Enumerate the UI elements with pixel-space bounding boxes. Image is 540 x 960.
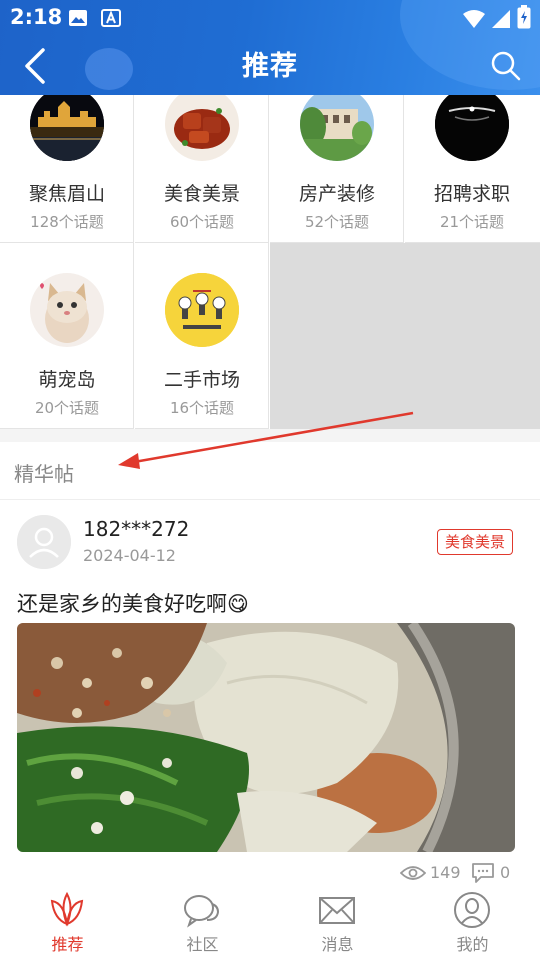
avatar[interactable]: [17, 515, 71, 569]
views-icon: [400, 866, 426, 880]
nav-label: 消息: [321, 935, 354, 954]
topic-name: 二手市场: [163, 369, 240, 391]
nav-tab-messages[interactable]: 消息: [270, 885, 405, 960]
annotation-arrow: [118, 411, 414, 469]
topic-avatar: [435, 95, 509, 161]
gallery-icon: [69, 10, 87, 26]
divider: [0, 499, 540, 500]
user-icon: [454, 892, 490, 928]
topic-count: 52个话题: [304, 213, 370, 231]
topic-count: 60个话题: [169, 213, 235, 231]
topic-name: 聚焦眉山: [28, 183, 105, 205]
topic-avatar: [165, 95, 239, 161]
topic-name: 美食美景: [163, 183, 240, 205]
bottom-nav: 推荐 社区 消息 我的: [0, 885, 540, 960]
grid-empty-area: [270, 243, 540, 429]
topic-name: 招聘求职: [433, 183, 510, 205]
leaf-icon: [50, 891, 84, 927]
topic-card[interactable]: 聚焦眉山 128个话题: [0, 95, 134, 243]
post-image[interactable]: [17, 623, 515, 852]
topic-card[interactable]: 房产装修 52个话题: [270, 95, 404, 243]
chat-bubbles-icon: [184, 895, 220, 928]
topic-grid: 聚焦眉山 128个话题 美食美景 60个话题 房产装修 52个话题 招聘求职 2…: [0, 95, 540, 429]
nav-label: 社区: [186, 935, 219, 954]
post-username[interactable]: 182***272: [83, 517, 189, 541]
topic-avatar: [165, 273, 239, 347]
nav-tab-community[interactable]: 社区: [135, 885, 270, 960]
post-date: 2024-04-12: [83, 546, 176, 565]
app-bar: 2:18 推荐: [0, 0, 540, 95]
topic-avatar: [300, 95, 374, 161]
topic-card[interactable]: 二手市场 16个话题: [135, 243, 269, 429]
topic-card[interactable]: 招聘求职 21个话题: [405, 95, 540, 243]
topic-name: 房产装修: [298, 183, 375, 205]
nav-label: 推荐: [51, 935, 84, 954]
topic-card[interactable]: 美食美景 60个话题: [135, 95, 269, 243]
nav-tab-me[interactable]: 我的: [405, 885, 540, 960]
font-icon: [101, 9, 121, 27]
post-topic-tag[interactable]: 美食美景: [437, 529, 514, 555]
page-title: 推荐: [242, 51, 298, 82]
topic-avatar: [30, 273, 104, 347]
wifi-icon: [463, 10, 485, 28]
post-text[interactable]: 还是家乡的美食好吃啊😋: [17, 588, 249, 618]
search-icon[interactable]: [490, 50, 522, 82]
nav-label: 我的: [456, 935, 489, 954]
mail-icon: [319, 897, 355, 924]
section-title: 精华帖: [14, 462, 74, 486]
topic-count: 21个话题: [439, 213, 505, 231]
comments-count: 0: [500, 863, 511, 882]
status-bar: 2:18: [0, 0, 540, 36]
topic-avatar: [30, 95, 104, 161]
signal-icon: [492, 10, 510, 28]
nav-tab-recommend[interactable]: 推荐: [0, 885, 135, 960]
views-count: 149: [430, 863, 461, 882]
comment-icon[interactable]: [471, 862, 495, 884]
battery-icon: [517, 5, 531, 29]
topic-card[interactable]: 萌宠岛 20个话题: [0, 243, 134, 429]
topic-count: 128个话题: [30, 213, 104, 231]
status-time: 2:18: [10, 5, 63, 29]
topic-name: 萌宠岛: [38, 369, 96, 391]
